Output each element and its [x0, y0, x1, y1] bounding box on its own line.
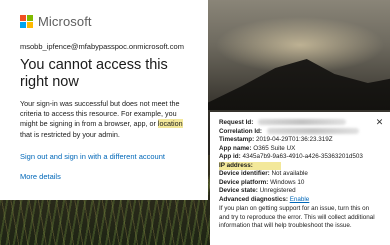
redacted-value: [258, 119, 347, 126]
redacted-value: [266, 127, 359, 134]
detail-row-device-identifier: Device identifier: Not available: [219, 170, 308, 177]
error-description: Your sign-in was successful but does not…: [20, 99, 183, 139]
enable-diagnostics-link[interactable]: Enable: [290, 196, 310, 203]
microsoft-logo-icon: [20, 14, 33, 28]
detail-row-app-id: App id: 4345a7b9-9a63-4910-a426-35363201…: [219, 153, 363, 160]
signin-card: Microsoft msobb_ipfence@mfabypasspoc.onm…: [0, 0, 208, 200]
diagnostics-help-text: If you plan on getting support for an is…: [219, 205, 375, 229]
detail-row-ip-address: IP address:: [219, 161, 281, 170]
highlighted-word: location: [157, 119, 183, 129]
more-details-link[interactable]: More details: [20, 172, 188, 181]
microsoft-logo-text: Microsoft: [38, 13, 92, 29]
detail-row-device-platform: Device platform: Windows 10: [219, 178, 305, 186]
detail-row-timestamp: Timestamp: 2019-04-29T01:36:23.319Z: [219, 136, 333, 143]
sign-out-link[interactable]: Sign out and sign in with a different ac…: [20, 152, 188, 161]
detail-row-request-id: Request Id:: [219, 119, 380, 128]
detail-row-advanced-diagnostics: Advanced diagnostics: Enable: [219, 195, 310, 203]
details-panel: ✕ Request Id: Correlation Id: Timestamp:…: [210, 112, 390, 245]
account-email: msobb_ipfence@mfabypasspoc.onmicrosoft.c…: [20, 42, 184, 51]
detail-row-correlation-id: Correlation Id:: [219, 128, 380, 137]
close-icon[interactable]: ✕: [375, 118, 384, 127]
page-title: You cannot access this right now: [20, 57, 168, 90]
detail-row-device-state: Device state: Unregistered: [219, 187, 296, 194]
detail-row-app-name: App name: O365 Suite UX: [219, 144, 296, 152]
microsoft-logo: Microsoft: [20, 13, 188, 29]
